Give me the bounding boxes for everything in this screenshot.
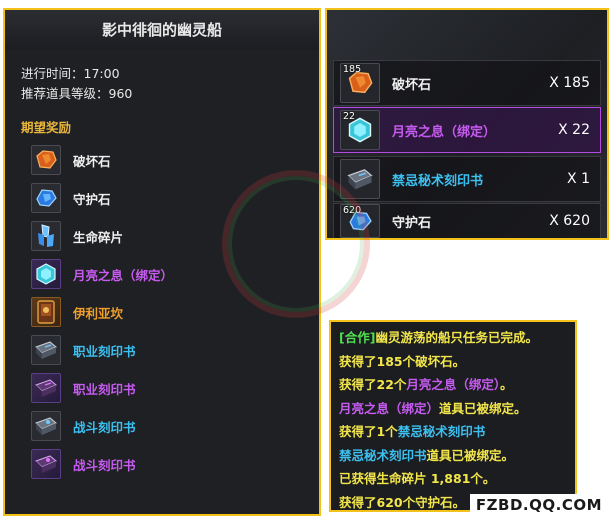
- loot-row-guardian-stone[interactable]: 620 守护石 X 620: [333, 203, 601, 238]
- reward-item[interactable]: 破坏石: [31, 144, 173, 176]
- guardian-stone-icon: [31, 183, 61, 213]
- reward-name: 月亮之息（绑定）: [73, 267, 174, 283]
- reward-name: 破坏石: [73, 153, 111, 169]
- reward-name: 守护石: [73, 191, 111, 207]
- party-tag: [合作]: [339, 330, 376, 345]
- loot-item-name: 月亮之息（绑定）: [392, 124, 497, 140]
- loot-item-count: X 185: [549, 75, 590, 91]
- chat-text: 获得了22个: [339, 377, 407, 392]
- chat-item: 守护石: [415, 494, 453, 510]
- chat-text: 获得了1个: [339, 424, 398, 439]
- reward-item[interactable]: 守护石: [31, 182, 173, 214]
- chat-line: 已获得生命碎片 1,881个。: [339, 467, 567, 491]
- stack-count-badge: 185: [343, 64, 362, 75]
- loot-item-name: 破坏石: [392, 77, 432, 93]
- chat-item: 月亮之息（绑定）: [339, 400, 440, 416]
- reward-name: 职业刻印书: [73, 343, 136, 359]
- loot-acquired-panel: 185 破坏石 X 185 22 月亮之息（绑定） X 22 禁忌秘术刻印书 X…: [325, 8, 609, 240]
- reward-name: 职业刻印书: [73, 381, 136, 397]
- loot-item-count: X 22: [558, 122, 590, 138]
- loot-row-destruction-stone[interactable]: 185 破坏石 X 185: [333, 60, 601, 106]
- destruction-stone-icon: 185: [340, 63, 380, 103]
- illiakan-card-icon: [31, 297, 61, 327]
- quest-name: 幽灵游荡的船只: [375, 330, 463, 345]
- class-engraving-book-rare-icon: [31, 373, 61, 403]
- dungeon-title: 影中徘徊的幽灵船: [5, 10, 319, 50]
- reward-name: 战斗刻印书: [73, 419, 136, 435]
- chat-text: 道具已被绑定。: [426, 447, 515, 463]
- class-engraving-book-icon: [31, 335, 61, 365]
- combat-engraving-book-rare-icon: [31, 449, 61, 479]
- chat-text: 获得了620个: [339, 494, 416, 510]
- chat-text: 获得了185个: [339, 353, 416, 369]
- loot-item-name: 守护石: [392, 215, 432, 231]
- loot-item-count: X 1: [567, 171, 590, 187]
- chat-line: 获得了22个月亮之息（绑定）。: [339, 373, 567, 397]
- chat-text: 道具已被绑定。: [439, 400, 527, 416]
- reward-item[interactable]: 职业刻印书: [31, 334, 173, 366]
- chat-line: 禁忌秘术刻印书道具已被绑定。: [339, 444, 567, 468]
- loot-row-forbidden-engraving-book[interactable]: 禁忌秘术刻印书 X 1: [333, 156, 601, 202]
- chat-text: 。: [500, 377, 513, 392]
- forbidden-engraving-book-icon: [340, 159, 380, 199]
- reward-name: 伊利亚坎: [73, 305, 124, 321]
- chat-item: 禁忌秘术刻印书: [339, 447, 427, 463]
- chat-line: 获得了185个破坏石。: [339, 350, 567, 374]
- guardian-stone-icon: 620: [340, 204, 380, 238]
- moon-breath-icon: 22: [340, 110, 380, 150]
- destruction-stone-icon: [31, 145, 61, 175]
- reward-item[interactable]: 战斗刻印书: [31, 448, 173, 480]
- expected-rewards-heading: 期望奖励: [21, 120, 72, 135]
- stack-count-badge: 620: [343, 205, 362, 216]
- chat-item: 破坏石: [415, 353, 453, 369]
- recommended-item-level: 推荐道具等级：960: [21, 86, 133, 101]
- reward-list: 破坏石 守护石 生命碎片 月亮之息（绑定） 伊利亚坎 职业刻印书 职业刻印书 战…: [31, 144, 173, 486]
- dungeon-info: 进行时间：17:00 推荐道具等级：960: [21, 64, 319, 104]
- reward-item[interactable]: 伊利亚坎: [31, 296, 173, 328]
- system-chat-log: [合作]幽灵游荡的船只任务已完成。 获得了185个破坏石。 获得了22个月亮之息…: [329, 320, 577, 512]
- chat-text: 任务已完成。: [462, 330, 538, 345]
- reward-name: 生命碎片: [73, 229, 124, 245]
- loot-item-count: X 620: [549, 213, 590, 229]
- chat-item: 月亮之息（绑定）: [406, 377, 501, 392]
- reward-item[interactable]: 战斗刻印书: [31, 410, 173, 442]
- site-watermark: FZBD.QQ.COM: [469, 494, 608, 516]
- chat-line: 获得了1个禁忌秘术刻印书: [339, 420, 567, 444]
- chat-text: 。: [452, 494, 466, 510]
- reward-item[interactable]: 生命碎片: [31, 220, 173, 252]
- loot-item-name: 禁忌秘术刻印书: [392, 173, 484, 189]
- chat-item: 禁忌秘术刻印书: [397, 424, 486, 439]
- stack-count-badge: 22: [343, 111, 356, 122]
- chat-line: 月亮之息（绑定）道具已被绑定。: [339, 397, 567, 421]
- combat-engraving-book-icon: [31, 411, 61, 441]
- reward-name: 战斗刻印书: [73, 457, 136, 473]
- reward-item[interactable]: 职业刻印书: [31, 372, 173, 404]
- progress-time: 进行时间：17:00: [21, 66, 120, 81]
- chat-text: 。: [452, 353, 466, 369]
- expected-rewards-panel: 影中徘徊的幽灵船 进行时间：17:00 推荐道具等级：960 期望奖励 破坏石 …: [3, 8, 321, 516]
- chat-line: [合作]幽灵游荡的船只任务已完成。: [339, 326, 567, 350]
- moon-breath-icon: [31, 259, 61, 289]
- loot-row-moon-breath[interactable]: 22 月亮之息（绑定） X 22: [333, 107, 601, 153]
- life-shard-icon: [31, 221, 61, 251]
- chat-text: 已获得生命碎片 1,881个。: [339, 471, 496, 486]
- reward-item[interactable]: 月亮之息（绑定）: [31, 258, 173, 290]
